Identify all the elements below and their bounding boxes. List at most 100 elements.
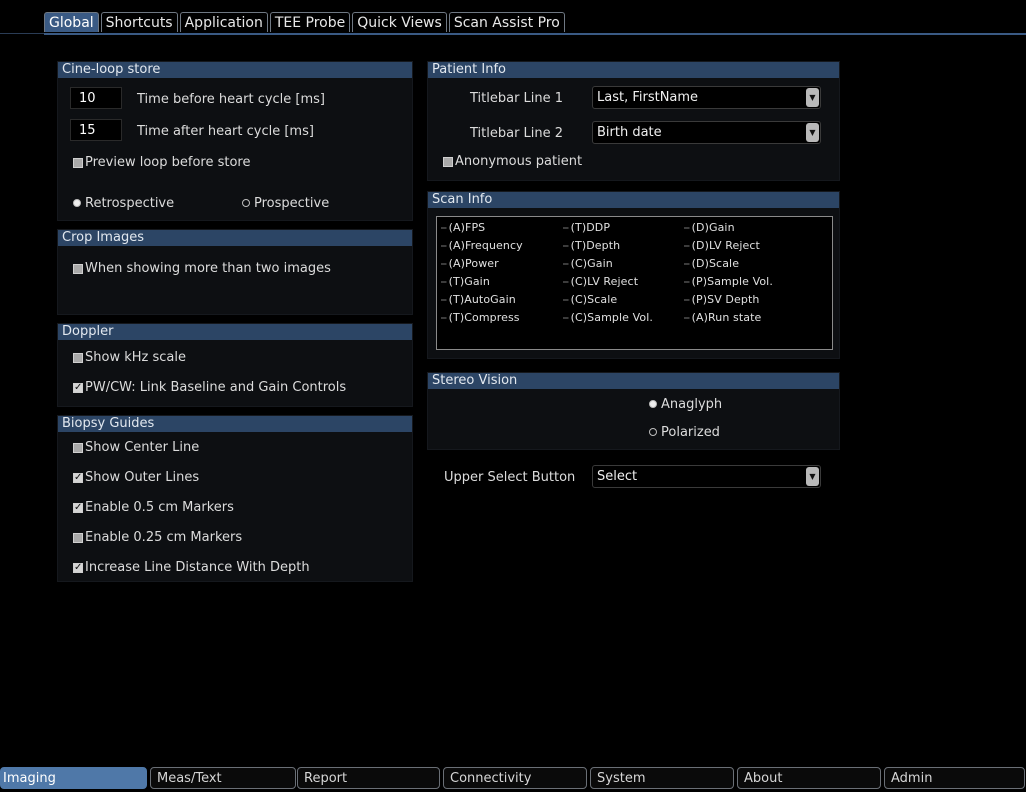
titlebar-line1-dropdown[interactable]: Last, FirstName ▼ xyxy=(592,86,821,109)
titlebar-line1-value: Last, FirstName xyxy=(597,90,699,105)
preview-loop-checkbox[interactable] xyxy=(73,158,83,168)
tab-quick-views[interactable]: Quick Views xyxy=(352,12,447,32)
scan-info-item-label: (T)Compress xyxy=(448,311,520,324)
tab-tee-probe[interactable]: TEE Probe xyxy=(269,12,351,32)
time-before-input[interactable]: 10 xyxy=(70,87,122,109)
prospective-label: Prospective xyxy=(254,196,330,211)
markers-05-checkbox[interactable]: ✓ xyxy=(73,503,83,513)
scan-info-item[interactable]: ⎯ (P)SV Depth xyxy=(684,293,759,307)
markers-05-label: Enable 0.5 cm Markers xyxy=(85,500,234,515)
bottom-tab-bar: Imaging Meas/Text Report Connectivity Sy… xyxy=(0,765,1026,792)
tab-global[interactable]: Global xyxy=(44,12,99,32)
scan-info-item-label: (A)FPS xyxy=(448,221,486,234)
prospective-radio[interactable] xyxy=(242,199,250,207)
scan-info-list[interactable]: ⎯ (A)FPS ⎯ (A)Frequency ⎯ (A)Power ⎯ (T)Gain… xyxy=(436,216,833,350)
doppler-title: Doppler xyxy=(58,324,412,340)
chevron-down-icon[interactable]: ▼ xyxy=(806,88,819,107)
markers-025-checkbox[interactable] xyxy=(73,533,83,543)
cine-loop-title: Cine-loop store xyxy=(58,62,412,78)
upper-select-value: Select xyxy=(597,469,638,484)
patient-info-title: Patient Info xyxy=(428,62,839,78)
link-baseline-label: PW/CW: Link Baseline and Gain Controls xyxy=(85,380,347,395)
scan-info-item-label: (T)DDP xyxy=(570,221,611,234)
upper-select-dropdown[interactable]: Select ▼ xyxy=(592,465,821,488)
anaglyph-radio[interactable] xyxy=(649,400,657,408)
khz-scale-checkbox[interactable] xyxy=(73,353,83,363)
retrospective-radio[interactable] xyxy=(73,199,81,207)
upper-select-label: Upper Select Button xyxy=(444,470,576,485)
khz-scale-label: Show kHz scale xyxy=(85,350,186,365)
center-line-label: Show Center Line xyxy=(85,440,200,455)
scan-info-item[interactable]: ⎯ (T)Depth xyxy=(563,239,620,253)
scan-info-item-label: (D)Gain xyxy=(691,221,735,234)
scan-info-item[interactable]: ⎯ (T)Compress xyxy=(441,311,520,325)
scan-info-item-label: (A)Power xyxy=(448,257,499,270)
scan-info-item[interactable]: ⎯ (C)Gain xyxy=(563,257,613,271)
scan-info-item[interactable]: ⎯ (D)Scale xyxy=(684,257,739,271)
scan-info-item[interactable]: ⎯ (C)Scale xyxy=(563,293,617,307)
stereo-vision-title: Stereo Vision xyxy=(428,373,839,389)
titlebar-line2-value: Birth date xyxy=(597,125,662,140)
outer-lines-checkbox[interactable]: ✓ xyxy=(73,473,83,483)
tab-system[interactable]: System xyxy=(590,767,734,789)
top-tab-bar: Global Shortcuts Application TEE Probe Q… xyxy=(44,12,567,34)
scan-info-item[interactable]: ⎯ (D)Gain xyxy=(684,221,735,235)
scan-info-item-label: (C)Gain xyxy=(570,257,613,270)
line-distance-checkbox[interactable]: ✓ xyxy=(73,563,83,573)
scan-info-item-label: (A)Frequency xyxy=(448,239,523,252)
tab-admin[interactable]: Admin xyxy=(884,767,1025,789)
tab-about[interactable]: About xyxy=(737,767,881,789)
scan-info-item-label: (P)Sample Vol. xyxy=(691,275,773,288)
center-line-checkbox[interactable] xyxy=(73,443,83,453)
scan-info-item[interactable]: ⎯ (A)Power xyxy=(441,257,499,271)
preview-loop-label: Preview loop before store xyxy=(85,155,251,170)
scan-info-item-label: (T)AutoGain xyxy=(448,293,516,306)
scan-info-item[interactable]: ⎯ (T)AutoGain xyxy=(441,293,516,307)
tab-application[interactable]: Application xyxy=(179,12,268,32)
anonymous-patient-label: Anonymous patient xyxy=(455,154,583,169)
scan-info-item[interactable]: ⎯ (P)Sample Vol. xyxy=(684,275,773,289)
scan-info-item[interactable]: ⎯ (T)DDP xyxy=(563,221,610,235)
scan-info-item-label: (A)Run state xyxy=(691,311,762,324)
scan-info-item[interactable]: ⎯ (T)Gain xyxy=(441,275,490,289)
tab-scan-assist-pro[interactable]: Scan Assist Pro xyxy=(448,12,565,32)
stereo-vision-group: Stereo Vision xyxy=(427,372,840,450)
tab-meas-text[interactable]: Meas/Text xyxy=(150,767,296,789)
tab-report[interactable]: Report xyxy=(297,767,440,789)
crop-images-title: Crop Images xyxy=(58,230,412,246)
retrospective-label: Retrospective xyxy=(85,196,175,211)
scan-info-item-label: (D)Scale xyxy=(691,257,740,270)
tab-bar-line-left xyxy=(0,33,44,34)
tab-imaging[interactable]: Imaging xyxy=(0,767,147,789)
titlebar-line1-label: Titlebar Line 1 xyxy=(470,91,564,106)
polarized-radio[interactable] xyxy=(649,428,657,436)
scan-info-item-label: (T)Gain xyxy=(448,275,490,288)
scan-info-item[interactable]: ⎯ (A)FPS xyxy=(441,221,485,235)
markers-025-label: Enable 0.25 cm Markers xyxy=(85,530,243,545)
crop-images-label: When showing more than two images xyxy=(85,261,331,276)
outer-lines-label: Show Outer Lines xyxy=(85,470,200,485)
link-baseline-checkbox[interactable]: ✓ xyxy=(73,383,83,393)
chevron-down-icon[interactable]: ▼ xyxy=(806,123,819,142)
tab-bar-line xyxy=(44,33,1026,35)
scan-info-item-label: (C)Sample Vol. xyxy=(570,311,653,324)
time-after-input[interactable]: 15 xyxy=(70,119,122,141)
scan-info-item-label: (D)LV Reject xyxy=(691,239,760,252)
scan-info-item-label: (C)Scale xyxy=(570,293,618,306)
anonymous-patient-checkbox[interactable] xyxy=(443,157,453,167)
scan-info-item-label: (T)Depth xyxy=(570,239,621,252)
scan-info-item[interactable]: ⎯ (C)Sample Vol. xyxy=(563,311,653,325)
scan-info-item[interactable]: ⎯ (A)Run state xyxy=(684,311,761,325)
scan-info-title: Scan Info xyxy=(428,192,839,208)
tab-connectivity[interactable]: Connectivity xyxy=(443,767,587,789)
crop-images-checkbox[interactable] xyxy=(73,264,83,274)
scan-info-item[interactable]: ⎯ (A)Frequency xyxy=(441,239,523,253)
time-after-label: Time after heart cycle [ms] xyxy=(137,124,314,139)
scan-info-item[interactable]: ⎯ (C)LV Reject xyxy=(563,275,638,289)
titlebar-line2-dropdown[interactable]: Birth date ▼ xyxy=(592,121,821,144)
scan-info-item[interactable]: ⎯ (D)LV Reject xyxy=(684,239,760,253)
chevron-down-icon[interactable]: ▼ xyxy=(806,467,819,486)
time-before-label: Time before heart cycle [ms] xyxy=(137,92,326,107)
tab-shortcuts[interactable]: Shortcuts xyxy=(100,12,178,32)
biopsy-guides-title: Biopsy Guides xyxy=(58,416,412,432)
